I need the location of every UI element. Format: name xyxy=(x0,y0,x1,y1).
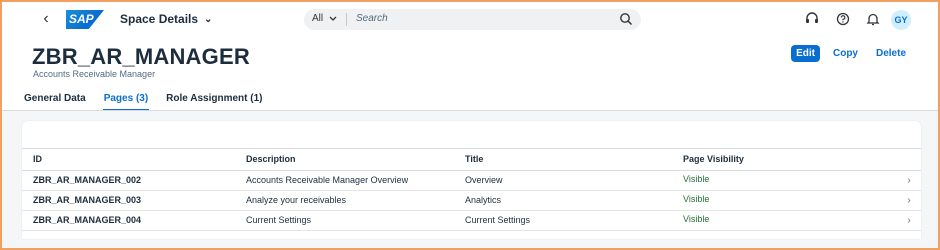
delete-button[interactable]: Delete xyxy=(871,45,911,62)
tab-role-assignment[interactable]: Role Assignment (1) xyxy=(166,91,262,110)
chevron-right-icon[interactable]: › xyxy=(897,210,921,231)
cell-id: ZBR_AR_MANAGER_003 xyxy=(22,190,235,211)
chevron-down-icon xyxy=(329,16,337,21)
help-icon[interactable] xyxy=(834,10,852,28)
tab-general-data[interactable]: General Data xyxy=(24,91,86,110)
cell-id: ZBR_AR_MANAGER_004 xyxy=(22,210,235,231)
user-avatar[interactable]: GY xyxy=(891,10,911,30)
search-icon[interactable] xyxy=(619,12,633,26)
search-scope-label: All xyxy=(312,13,324,24)
tab-pages[interactable]: Pages (3) xyxy=(102,91,150,111)
cell-id: ZBR_AR_MANAGER_002 xyxy=(22,170,235,191)
column-header-id[interactable]: ID xyxy=(22,149,235,171)
logo-text: SAP xyxy=(69,12,94,26)
table-row[interactable]: ZBR_AR_MANAGER_004 Current Settings Curr… xyxy=(22,210,921,231)
bell-icon[interactable] xyxy=(864,10,882,28)
content-area: ID Description Title Page Visibility ZBR… xyxy=(2,111,938,248)
cell-page-visibility: Visible xyxy=(672,210,897,231)
cell-page-visibility: Visible xyxy=(672,170,897,191)
cell-title: Analytics xyxy=(454,190,672,211)
column-header-description[interactable]: Description xyxy=(235,149,454,171)
chevron-down-icon: ⌄ xyxy=(204,13,213,25)
headset-icon[interactable] xyxy=(803,10,821,28)
page-subtitle: Accounts Receivable Manager xyxy=(33,69,156,79)
cell-description: Accounts Receivable Manager Overview xyxy=(235,170,454,191)
column-header-title[interactable]: Title xyxy=(454,149,672,171)
header-actions: Edit Copy Delete xyxy=(791,45,911,62)
table-row[interactable]: ZBR_AR_MANAGER_003 Analyze your receivab… xyxy=(22,190,921,211)
pages-table-card: ID Description Title Page Visibility ZBR… xyxy=(22,121,921,239)
pages-table: ID Description Title Page Visibility ZBR… xyxy=(22,149,921,231)
cell-page-visibility: Visible xyxy=(672,190,897,211)
shell-bar: ‹ SAP Space Details ⌄ All Search GY xyxy=(2,2,938,36)
search-field[interactable]: All Search xyxy=(304,9,641,30)
table-header-row: ID Description Title Page Visibility xyxy=(22,149,921,171)
app-title: Space Details xyxy=(120,12,199,26)
copy-button[interactable]: Copy xyxy=(828,45,863,62)
column-header-navigation xyxy=(897,149,921,171)
page-title: ZBR_AR_MANAGER xyxy=(32,44,250,69)
table-row[interactable]: ZBR_AR_MANAGER_002 Accounts Receivable M… xyxy=(22,170,921,191)
chevron-right-icon[interactable]: › xyxy=(897,170,921,191)
search-scope-select[interactable]: All xyxy=(312,13,337,24)
app-window: ‹ SAP Space Details ⌄ All Search GY ZBR_… xyxy=(0,0,940,250)
column-header-page-visibility[interactable]: Page Visibility xyxy=(672,149,897,171)
cell-title: Overview xyxy=(454,170,672,191)
search-divider xyxy=(346,13,347,26)
search-input[interactable]: Search xyxy=(356,13,388,24)
table-toolbar xyxy=(22,121,921,149)
cell-description: Current Settings xyxy=(235,210,454,231)
chevron-right-icon[interactable]: › xyxy=(897,190,921,211)
cell-title: Current Settings xyxy=(454,210,672,231)
back-icon[interactable]: ‹ xyxy=(38,10,54,28)
edit-button[interactable]: Edit xyxy=(791,45,820,62)
tab-bar: General Data Pages (3) Role Assignment (… xyxy=(24,91,280,111)
sap-logo[interactable]: SAP xyxy=(66,10,104,29)
cell-description: Analyze your receivables xyxy=(235,190,454,211)
app-title-menu[interactable]: Space Details ⌄ xyxy=(120,12,212,26)
